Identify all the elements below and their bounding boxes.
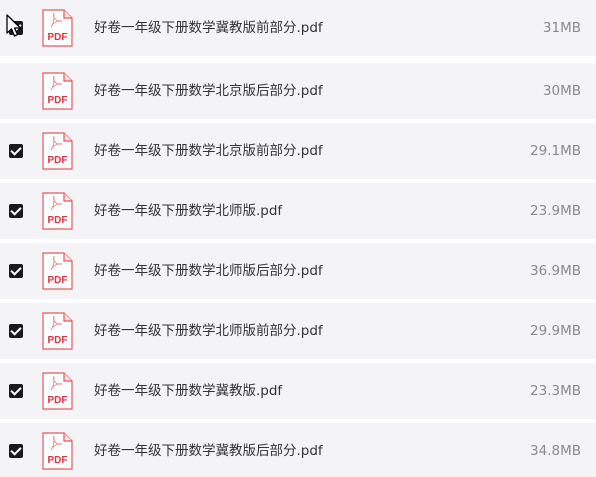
file-row[interactable]: PDF 好卷一年级下册数学北师版后部分.pdf 36.9MB [0, 243, 596, 299]
file-name[interactable]: 好卷一年级下册数学北师版.pdf [94, 201, 282, 221]
file-size: 29.9MB [530, 323, 581, 339]
file-row[interactable]: PDF 好卷一年级下册数学北京版后部分.pdf 30MB [0, 63, 596, 119]
pdf-file-icon: PDF [42, 132, 73, 170]
checkbox-checked-icon[interactable] [9, 324, 23, 338]
pdf-file-icon: PDF [42, 9, 73, 47]
checkbox-checked-icon[interactable] [9, 444, 23, 458]
file-size: 23.3MB [530, 383, 581, 399]
pdf-file-icon: PDF [42, 432, 73, 470]
pdf-file-icon: PDF [42, 372, 73, 410]
file-name[interactable]: 好卷一年级下册数学冀教版.pdf [94, 381, 282, 401]
mouse-pointer-icon [6, 14, 22, 37]
pdf-icon-label: PDF [48, 32, 68, 43]
pdf-icon-label: PDF [48, 95, 68, 106]
file-name[interactable]: 好卷一年级下册数学冀教版后部分.pdf [94, 441, 323, 461]
file-size: 30MB [542, 83, 581, 99]
file-name[interactable]: 好卷一年级下册数学北京版前部分.pdf [94, 141, 323, 161]
checkbox-checked-icon[interactable] [9, 204, 23, 218]
file-size: 29.1MB [530, 143, 581, 159]
file-name[interactable]: 好卷一年级下册数学北京版后部分.pdf [94, 81, 323, 101]
file-row[interactable]: PDF 好卷一年级下册数学北师版.pdf 23.9MB [0, 183, 596, 239]
checkbox-checked-icon[interactable] [9, 384, 23, 398]
file-name[interactable]: 好卷一年级下册数学冀教版前部分.pdf [94, 18, 323, 38]
file-size: 36.9MB [530, 263, 581, 279]
pdf-file-icon: PDF [42, 72, 73, 110]
file-row[interactable]: PDF 好卷一年级下册数学北京版前部分.pdf 29.1MB [0, 123, 596, 179]
file-row[interactable]: PDF 好卷一年级下册数学冀教版.pdf 23.3MB [0, 363, 596, 419]
pdf-icon-label: PDF [48, 455, 68, 466]
checkbox-checked-icon[interactable] [9, 144, 23, 158]
pdf-file-icon: PDF [42, 312, 73, 350]
pdf-icon-label: PDF [48, 155, 68, 166]
file-row[interactable]: PDF 好卷一年级下册数学北师版前部分.pdf 29.9MB [0, 303, 596, 359]
pdf-icon-label: PDF [48, 335, 68, 346]
file-size: 23.9MB [530, 203, 581, 219]
file-list: PDF 好卷一年级下册数学北京版后部分.pdf 30MB PDF 好卷一年级下册… [0, 0, 596, 477]
file-name[interactable]: 好卷一年级下册数学北师版前部分.pdf [94, 321, 323, 341]
file-row[interactable]: PDF 好卷一年级下册数学冀教版后部分.pdf 34.8MB [0, 423, 596, 477]
pdf-icon-label: PDF [48, 395, 68, 406]
pdf-file-icon: PDF [42, 192, 73, 230]
checkbox-checked-icon[interactable] [9, 264, 23, 278]
file-size: 34.8MB [530, 443, 581, 459]
file-name[interactable]: 好卷一年级下册数学北师版后部分.pdf [94, 261, 323, 281]
file-row[interactable]: PDF 好卷一年级下册数学冀教版前部分.pdf 31MB [0, 0, 596, 56]
pdf-icon-label: PDF [48, 275, 68, 286]
file-size: 31MB [542, 20, 581, 36]
pdf-file-icon: PDF [42, 252, 73, 290]
pdf-icon-label: PDF [48, 215, 68, 226]
